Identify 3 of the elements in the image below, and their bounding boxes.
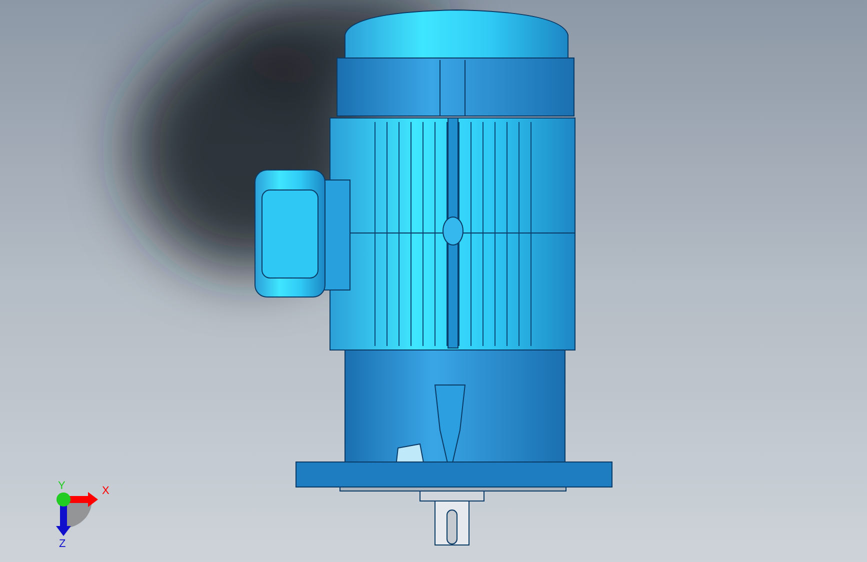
axis-label: Z <box>59 539 66 550</box>
axis-label: X <box>102 486 110 497</box>
axis-label: Y <box>58 481 66 492</box>
